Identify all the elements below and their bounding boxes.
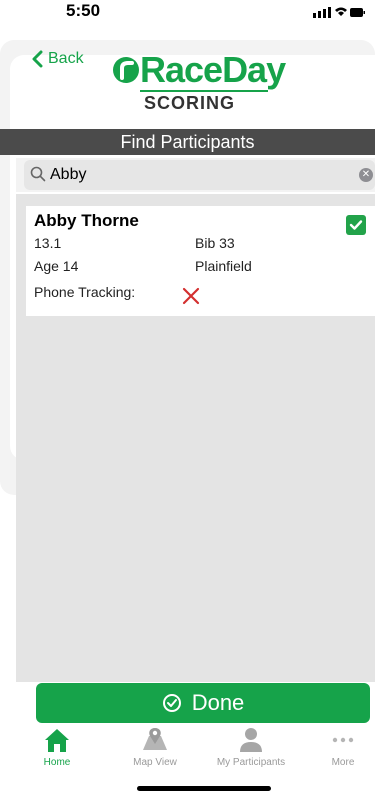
phone-tracking-off-icon [182, 287, 200, 310]
participant-city: Plainfield [195, 258, 252, 274]
tab-home[interactable]: Home [12, 726, 102, 768]
logo-word: RaceDay [140, 49, 286, 90]
clear-search-icon[interactable]: ✕ [359, 168, 373, 182]
more-icon [332, 737, 354, 743]
tab-more[interactable]: More [298, 726, 375, 768]
search-input[interactable]: Abby ✕ [24, 160, 375, 190]
logo-underline [140, 90, 268, 92]
back-label: Back [48, 50, 84, 67]
checkmark-icon [349, 220, 363, 230]
status-bar: 5:50 [0, 0, 375, 36]
participant-name: Abby Thorne [34, 211, 139, 230]
tab-more-label: More [331, 757, 355, 768]
logo-mark-icon [113, 57, 139, 83]
page-title: Find Participants [0, 129, 375, 155]
done-label: Done [191, 690, 245, 715]
participant-card[interactable]: Abby Thorne 13.1 Bib 33 Age 14 Plainfiel… [26, 206, 375, 316]
tab-home-label: Home [43, 757, 71, 768]
check-circle-icon [162, 694, 181, 712]
person-icon [240, 728, 262, 752]
home-indicator [137, 786, 271, 791]
tab-my-participants-label: My Participants [216, 757, 286, 768]
participant-bib: Bib 33 [195, 235, 235, 251]
search-icon [30, 166, 46, 182]
selected-checkbox[interactable] [346, 215, 366, 235]
done-button[interactable]: Done [36, 683, 370, 723]
tab-map-view[interactable]: Map View [110, 726, 200, 768]
chevron-left-icon [32, 50, 43, 68]
status-time: 5:50 [66, 1, 101, 20]
logo-sub: SCORING [144, 93, 236, 113]
back-button[interactable]: Back [30, 50, 84, 68]
home-icon [45, 729, 69, 752]
map-icon [143, 728, 167, 750]
phone-tracking-label: Phone Tracking: [34, 284, 136, 300]
tab-map-view-label: Map View [133, 757, 177, 768]
search-bar: Abby ✕ [16, 158, 375, 192]
search-value: Abby [50, 166, 87, 183]
participant-age: Age 14 [34, 258, 79, 274]
status-icons [313, 5, 365, 24]
tab-bar: Home Map View My Participants More [0, 726, 375, 776]
tab-my-participants[interactable]: My Participants [206, 726, 296, 768]
results-list: Abby Thorne 13.1 Bib 33 Age 14 Plainfiel… [16, 194, 375, 682]
participant-distance: 13.1 [34, 235, 62, 251]
